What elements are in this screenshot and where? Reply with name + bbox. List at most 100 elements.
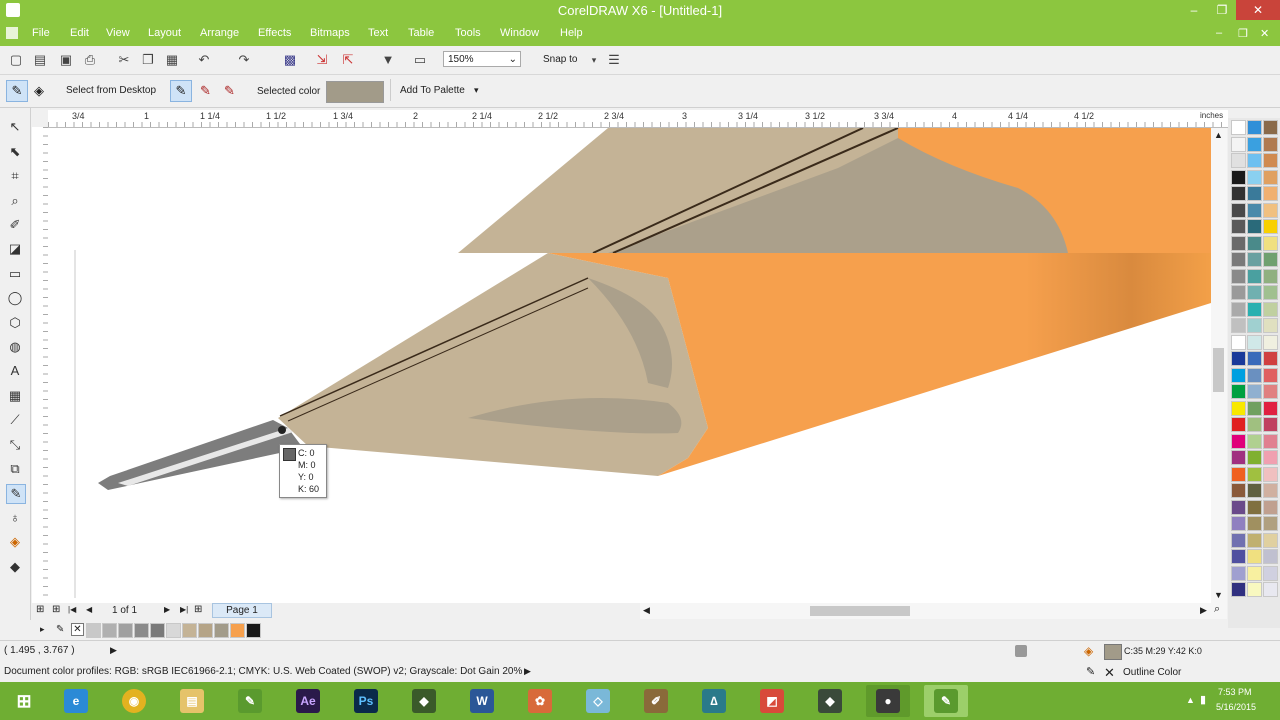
- palette-swatch[interactable]: [1247, 186, 1262, 201]
- palette-swatch[interactable]: [1231, 466, 1246, 482]
- drawing-canvas[interactable]: C: 0 M: 0 Y: 0 K: 60: [48, 128, 1211, 603]
- document-swatch[interactable]: [102, 623, 117, 638]
- palette-swatch[interactable]: [1263, 219, 1278, 234]
- palette-swatch[interactable]: [1247, 252, 1262, 267]
- palette-swatch[interactable]: [1231, 186, 1246, 201]
- corel-connect-icon[interactable]: ▩: [282, 52, 298, 68]
- color-profiles[interactable]: Document color profiles: RGB: sRGB IEC61…: [4, 666, 522, 677]
- palette-swatch[interactable]: [1247, 565, 1262, 581]
- palette-swatch[interactable]: [1231, 268, 1246, 284]
- fill-tool-icon[interactable]: ◈: [6, 533, 24, 551]
- network-icon[interactable]: ▮: [1200, 693, 1206, 706]
- palette-swatch[interactable]: [1247, 268, 1262, 284]
- redo-icon[interactable]: ↷: [236, 52, 252, 68]
- taskbar-explorer[interactable]: ▤: [170, 685, 214, 717]
- palette-swatch[interactable]: [1231, 285, 1246, 300]
- document-swatch[interactable]: [166, 623, 181, 638]
- five-by-five-icon[interactable]: ✎: [224, 83, 235, 99]
- palette-swatch[interactable]: [1231, 565, 1246, 581]
- minimize-button[interactable]: –: [1180, 0, 1208, 20]
- palette-swatch[interactable]: [1231, 582, 1246, 597]
- outline-tool-icon[interactable]: ♁: [6, 509, 24, 527]
- palette-swatch[interactable]: [1263, 516, 1278, 531]
- palette-swatch[interactable]: [1247, 400, 1262, 416]
- pick-tool-icon[interactable]: ↖: [6, 118, 24, 136]
- palette-swatch[interactable]: [1263, 318, 1278, 333]
- palette-swatch[interactable]: [1263, 483, 1278, 498]
- palette-swatch[interactable]: [1247, 301, 1262, 317]
- chevron-up-icon[interactable]: ▲: [1214, 130, 1223, 140]
- document-swatch[interactable]: [214, 623, 229, 638]
- taskbar-camtasia-2[interactable]: ◆: [808, 685, 852, 717]
- chevron-down-icon[interactable]: ▼: [1214, 590, 1223, 600]
- palette-swatch[interactable]: [1231, 433, 1246, 449]
- palette-swatch[interactable]: [1263, 367, 1278, 383]
- chevron-right-icon[interactable]: ▶: [1200, 605, 1207, 616]
- navigator-icon[interactable]: ⌕: [1214, 603, 1220, 616]
- palette-swatch[interactable]: [1231, 549, 1246, 564]
- palette-swatch[interactable]: [1263, 186, 1278, 201]
- palette-swatch[interactable]: [1247, 499, 1262, 515]
- palette-swatch[interactable]: [1263, 532, 1278, 548]
- palette-swatch[interactable]: [1247, 334, 1262, 350]
- palette-swatch[interactable]: [1231, 483, 1246, 498]
- scroll-thumb[interactable]: [1213, 348, 1224, 392]
- palette-swatch[interactable]: [1231, 318, 1246, 333]
- document-swatch[interactable]: [198, 623, 213, 638]
- paste-icon[interactable]: ▦: [164, 52, 180, 68]
- ellipse-tool-icon[interactable]: ◯: [6, 289, 24, 307]
- print-icon[interactable]: ⎙: [82, 52, 98, 68]
- dimension-tool-icon[interactable]: ⟋: [6, 411, 24, 429]
- vertical-scrollbar[interactable]: ▲ ▼: [1211, 128, 1227, 603]
- zoom-select[interactable]: 150% ⌄: [443, 51, 521, 67]
- menu-bitmaps[interactable]: Bitmaps: [310, 27, 350, 39]
- eyedropper-tool-icon[interactable]: ✎: [6, 484, 26, 504]
- palette-swatch[interactable]: [1247, 582, 1262, 597]
- publish-pdf-icon[interactable]: ▼: [380, 52, 396, 68]
- taskbar-corel-2[interactable]: ✐: [634, 685, 678, 717]
- chevron-down-icon[interactable]: ▾: [586, 52, 602, 68]
- close-button[interactable]: ✕: [1236, 0, 1280, 20]
- menu-text[interactable]: Text: [368, 27, 388, 39]
- palette-swatch[interactable]: [1231, 532, 1246, 548]
- doc-close-icon[interactable]: ✕: [1260, 27, 1269, 40]
- taskbar-after-effects[interactable]: Ae: [286, 685, 330, 717]
- palette-swatch[interactable]: [1263, 499, 1278, 515]
- palette-swatch[interactable]: [1247, 351, 1262, 366]
- doc-restore-icon[interactable]: ❐: [1238, 27, 1248, 40]
- palette-swatch[interactable]: [1231, 400, 1246, 416]
- menu-table[interactable]: Table: [408, 27, 434, 39]
- palette-menu-icon[interactable]: ▸: [40, 624, 45, 635]
- palette-swatch[interactable]: [1247, 153, 1262, 168]
- options-icon[interactable]: ☰: [606, 52, 622, 68]
- save-icon[interactable]: ▣: [58, 52, 74, 68]
- taskbar-word[interactable]: W: [460, 685, 504, 717]
- selected-color-swatch[interactable]: [326, 81, 384, 103]
- tab-page-1[interactable]: Page 1: [212, 603, 272, 618]
- palette-swatch[interactable]: [1231, 120, 1246, 135]
- taskbar-app-blue[interactable]: ◇: [576, 685, 620, 717]
- menu-layout[interactable]: Layout: [148, 27, 181, 39]
- chevron-down-icon[interactable]: ▾: [474, 85, 479, 96]
- document-swatch[interactable]: [246, 623, 261, 638]
- palette-swatch[interactable]: [1231, 334, 1246, 350]
- freehand-tool-icon[interactable]: ✐: [6, 216, 24, 234]
- palette-swatch[interactable]: [1231, 516, 1246, 531]
- horizontal-ruler[interactable]: 3/4 1 1 1/4 1 1/2 1 3/4 2 2 1/4 2 1/2 2 …: [48, 110, 1228, 128]
- palette-swatch[interactable]: [1247, 136, 1262, 152]
- smart-fill-icon[interactable]: ◪: [6, 240, 24, 258]
- play-icon[interactable]: ▶: [524, 666, 531, 677]
- palette-swatch[interactable]: [1263, 136, 1278, 152]
- palette-swatch[interactable]: [1247, 450, 1262, 465]
- eyedropper-icon[interactable]: ✎: [56, 624, 64, 635]
- start-button[interactable]: ⊞: [2, 685, 46, 717]
- basic-shapes-icon[interactable]: ◍: [6, 338, 24, 356]
- crop-tool-icon[interactable]: ⌗: [6, 167, 24, 185]
- last-page-icon[interactable]: ▶|: [180, 605, 188, 614]
- zoom-tool-icon[interactable]: ⌕: [6, 192, 24, 210]
- text-tool-icon[interactable]: A: [6, 362, 24, 380]
- palette-swatch[interactable]: [1247, 532, 1262, 548]
- palette-swatch[interactable]: [1263, 450, 1278, 465]
- next-page-icon[interactable]: ▶: [164, 605, 170, 614]
- document-swatch[interactable]: [230, 623, 245, 638]
